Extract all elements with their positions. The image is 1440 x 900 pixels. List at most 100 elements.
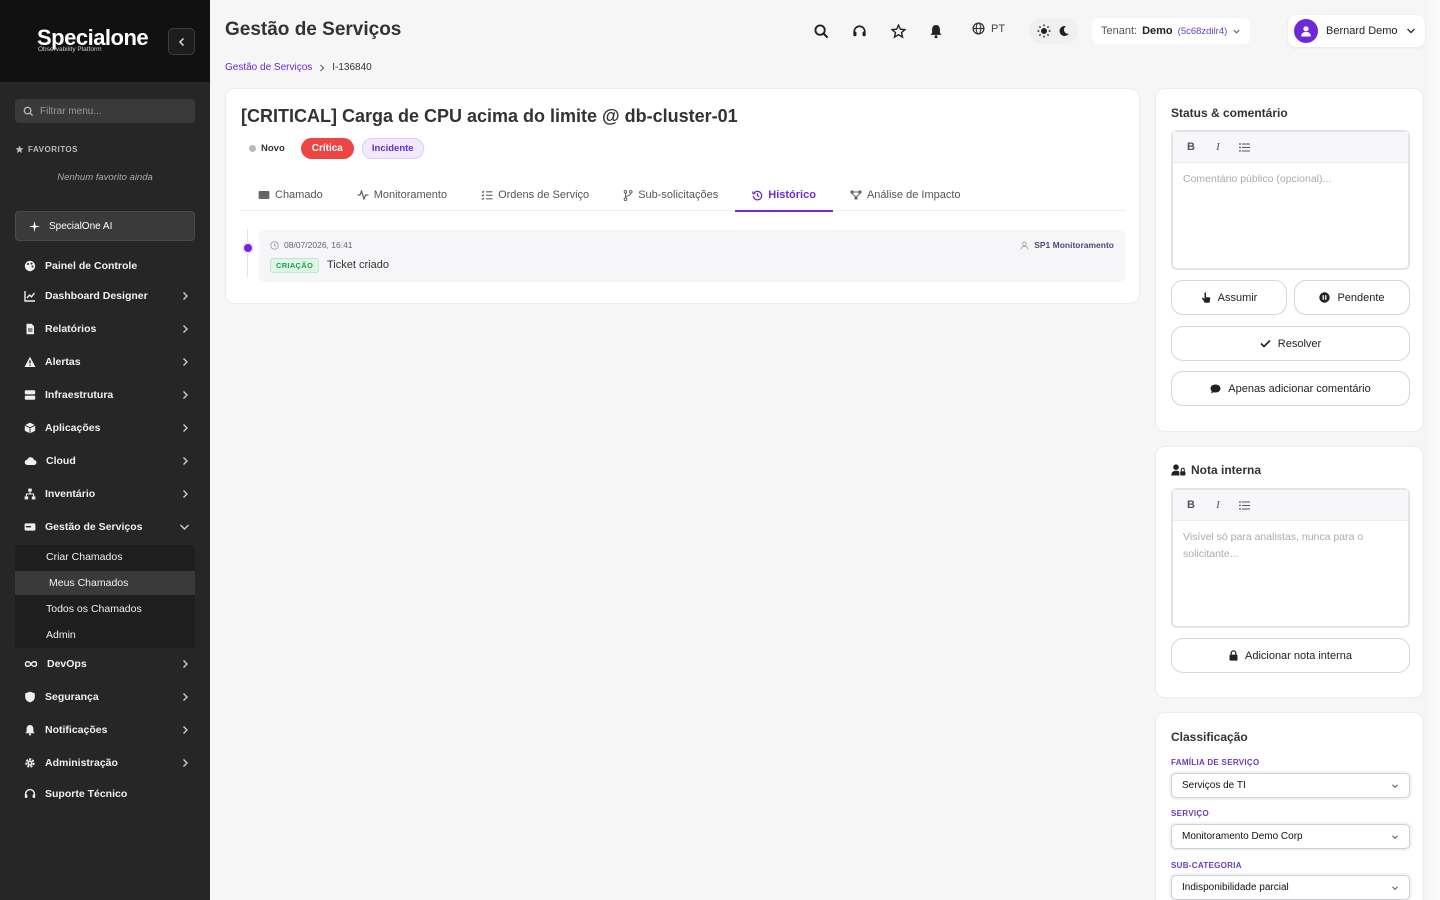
- sidebar-item-seguranca[interactable]: Segurança: [24, 687, 194, 707]
- bold-icon[interactable]: B: [1185, 499, 1197, 511]
- sidebar-item-alertas[interactable]: Alertas: [24, 352, 194, 372]
- tab-ordens-servico[interactable]: Ordens de Serviço: [464, 179, 606, 211]
- service-family-select[interactable]: Serviços de TI: [1171, 773, 1410, 798]
- gestao-servicos-submenu: Criar Chamados Meus Chamados Todos os Ch…: [15, 545, 195, 648]
- palette-icon: [24, 260, 36, 272]
- note-panel-title: Nota interna: [1171, 463, 1261, 477]
- chevron-right-icon: [320, 64, 325, 71]
- breadcrumb: Gestão de Serviços I-136840: [225, 62, 372, 73]
- list-icon[interactable]: [1239, 500, 1250, 510]
- search-icon: [813, 23, 828, 38]
- note-textarea[interactable]: [1173, 521, 1408, 625]
- sidebar-item-label: Alertas: [45, 356, 81, 368]
- language-selector[interactable]: PT: [972, 22, 1005, 35]
- submenu-item-meus-chamados[interactable]: Meus Chamados: [15, 571, 195, 595]
- chevron-down-icon: [1392, 783, 1398, 788]
- lock-icon: [1229, 650, 1238, 661]
- sidebar-item-dashboard-designer[interactable]: Dashboard Designer: [24, 286, 194, 306]
- avatar: [1294, 19, 1318, 43]
- add-internal-note-button[interactable]: Adicionar nota interna: [1171, 638, 1410, 673]
- chart-line-icon: [24, 291, 36, 302]
- breadcrumb-link[interactable]: Gestão de Serviços: [225, 62, 312, 73]
- tab-chamado[interactable]: Chamado: [241, 179, 340, 211]
- italic-icon[interactable]: I: [1212, 499, 1224, 511]
- add-internal-note-label: Adicionar nota interna: [1244, 649, 1352, 662]
- pending-button[interactable]: Pendente: [1294, 280, 1410, 315]
- user-menu[interactable]: Bernard Demo: [1288, 15, 1425, 47]
- submenu-item-admin[interactable]: Admin: [15, 623, 195, 647]
- theme-toggle[interactable]: [1029, 18, 1078, 44]
- global-search-button[interactable]: [812, 22, 830, 40]
- history-date: 08/07/2026, 16:41: [270, 240, 353, 250]
- assume-button[interactable]: Assumir: [1171, 280, 1287, 315]
- sidebar-item-cloud[interactable]: Cloud: [24, 451, 194, 471]
- comment-editor: B I: [1171, 130, 1410, 270]
- infinity-icon: [24, 661, 38, 667]
- tab-sub-solicitacoes[interactable]: Sub-solicitações: [606, 179, 735, 211]
- user-lock-icon: [1171, 464, 1186, 476]
- subcategory-select[interactable]: Indisponibilidade parcial: [1171, 875, 1410, 900]
- notifications-button[interactable]: [927, 22, 945, 40]
- file-icon: [26, 323, 34, 335]
- history-author-text: SP1 Monitoramento: [1034, 240, 1114, 250]
- tenant-selector[interactable]: Tenant: Demo (5c68zdilr4): [1092, 18, 1251, 44]
- italic-icon[interactable]: I: [1212, 141, 1224, 153]
- bold-icon[interactable]: B: [1185, 141, 1197, 153]
- sun-icon[interactable]: [1037, 24, 1051, 38]
- sidebar-item-label: Relatórios: [45, 323, 97, 335]
- tab-analise-impacto[interactable]: Análise de Impacto: [833, 179, 978, 211]
- menu-filter-input[interactable]: [40, 105, 180, 117]
- chevron-right-icon: [183, 424, 188, 432]
- sidebar-item-suporte-tecnico[interactable]: Suporte Técnico: [24, 784, 194, 804]
- sidebar-item-gestao-servicos[interactable]: Gestão de Serviços: [24, 517, 194, 537]
- service-select[interactable]: Monitoramento Demo Corp: [1171, 824, 1410, 849]
- chevron-down-icon: [1392, 885, 1398, 890]
- sidebar-item-administracao[interactable]: Administração: [24, 753, 194, 773]
- resolve-button[interactable]: Resolver: [1171, 326, 1410, 361]
- history-icon: [752, 190, 763, 200]
- sitemap-icon: [24, 488, 36, 500]
- specialone-ai-button[interactable]: SpecialOne AI: [15, 211, 195, 241]
- timeline-line: [247, 229, 248, 277]
- note-editor: B I: [1171, 488, 1410, 628]
- comment-textarea[interactable]: [1173, 163, 1408, 267]
- status-dot: [249, 145, 256, 152]
- history-text: Ticket criado: [327, 259, 389, 271]
- submenu-item-todos-chamados[interactable]: Todos os Chamados: [15, 597, 195, 621]
- sidebar-item-infraestrutura[interactable]: Infraestrutura: [24, 385, 194, 405]
- ticket-badges: Novo Crítica Incidente: [249, 138, 424, 159]
- chevron-right-icon: [183, 457, 188, 465]
- bell-icon: [930, 24, 942, 38]
- logo-area: Specialone Observability Platform: [0, 0, 210, 82]
- breadcrumb-current: I-136840: [332, 62, 372, 73]
- tab-label: Chamado: [275, 189, 323, 201]
- add-comment-button[interactable]: Apenas adicionar comentário: [1171, 371, 1410, 406]
- classification-title-text: Classificação: [1171, 730, 1248, 744]
- sidebar-item-label: Suporte Técnico: [45, 788, 128, 800]
- note-panel-title-text: Nota interna: [1191, 463, 1262, 477]
- editor-toolbar: B I: [1173, 490, 1408, 521]
- support-button[interactable]: [850, 22, 868, 40]
- collapse-sidebar-button[interactable]: [168, 28, 195, 55]
- network-icon: [850, 190, 862, 200]
- history-entry: 08/07/2026, 16:41 SP1 Monitoramento CRIA…: [259, 230, 1125, 282]
- submenu-item-criar-chamados[interactable]: Criar Chamados: [15, 545, 195, 569]
- sidebar-item-inventario[interactable]: Inventário: [24, 484, 194, 504]
- classification-title: Classificação: [1171, 730, 1248, 744]
- sidebar-item-relatorios[interactable]: Relatórios: [24, 319, 194, 339]
- favorites-button[interactable]: [889, 22, 907, 40]
- menu-filter: [15, 99, 195, 123]
- cloud-icon: [24, 457, 37, 466]
- sidebar-item-aplicacoes[interactable]: Aplicações: [24, 418, 194, 438]
- tab-label: Análise de Impacto: [866, 189, 961, 201]
- tab-historico[interactable]: Histórico: [735, 179, 833, 212]
- moon-icon[interactable]: [1058, 25, 1070, 37]
- tab-monitoramento[interactable]: Monitoramento: [340, 179, 464, 211]
- sidebar-item-devops[interactable]: DevOps: [24, 654, 194, 674]
- language-label: PT: [991, 22, 1006, 35]
- sidebar-item-painel[interactable]: Painel de Controle: [24, 256, 194, 276]
- list-icon[interactable]: [1239, 142, 1250, 152]
- sidebar-item-label: Notificações: [45, 724, 108, 736]
- chevron-right-icon: [183, 391, 188, 399]
- sidebar-item-notificacoes[interactable]: Notificações: [24, 720, 194, 740]
